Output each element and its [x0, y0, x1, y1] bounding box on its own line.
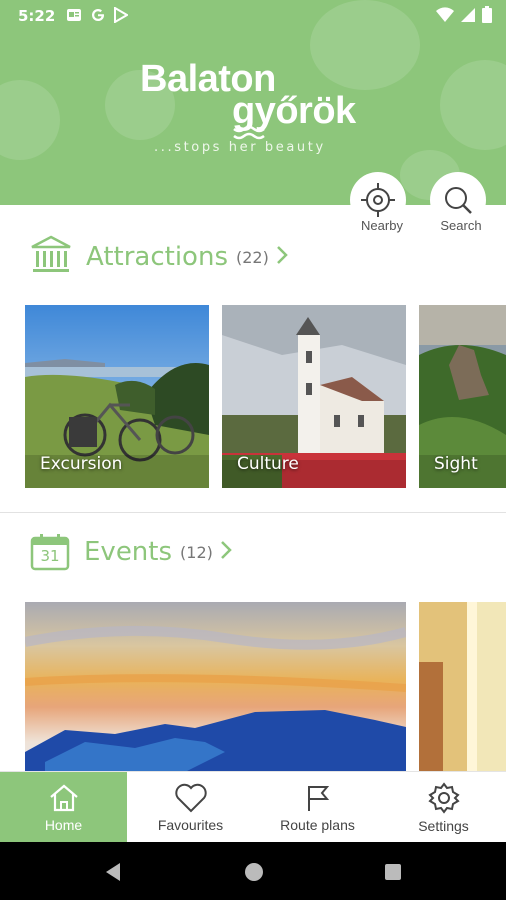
card-label: Sight	[434, 454, 478, 474]
attractions-title: Attractions	[86, 242, 228, 272]
google-icon	[90, 7, 106, 27]
decorative-flower	[440, 60, 506, 150]
nav-favourites-label: Favourites	[157, 816, 224, 833]
wifi-icon	[436, 6, 454, 27]
events-title: Events	[84, 537, 173, 567]
recents-icon[interactable]	[384, 863, 402, 881]
crosshair-icon	[361, 183, 395, 217]
search-icon	[445, 187, 472, 214]
home-circle-icon[interactable]	[244, 862, 264, 882]
attraction-card-culture[interactable]: Culture	[222, 305, 406, 488]
play-store-icon	[114, 6, 129, 27]
calendar-day: 31	[40, 547, 60, 565]
attractions-count: (22)	[235, 247, 269, 267]
attraction-card-sight[interactable]: Sight	[419, 305, 506, 488]
flag-icon	[307, 785, 329, 811]
battery-icon	[482, 6, 492, 27]
event-card[interactable]	[419, 602, 506, 771]
home-icon	[49, 784, 78, 811]
news-icon	[66, 7, 82, 27]
nav-route-plans-label: Route plans	[280, 816, 355, 833]
signal-icon	[460, 7, 476, 27]
card-label: Excursion	[40, 454, 123, 474]
attractions-header[interactable]: Attractions (22)	[30, 235, 289, 279]
decorative-flower	[0, 80, 60, 160]
event-card[interactable]	[25, 602, 406, 771]
status-bar: 5:22	[0, 0, 506, 32]
events-header[interactable]: 31 Events (12)	[30, 533, 233, 571]
system-navigation-bar	[0, 842, 506, 900]
chevron-right-icon	[219, 539, 233, 565]
nav-settings-label: Settings	[418, 817, 469, 834]
event-painting-image	[419, 602, 506, 771]
heart-icon	[174, 783, 207, 812]
logo-tagline: ...stops her beauty	[154, 140, 326, 155]
bottom-navigation: Home Favourites Route plans Settings	[0, 771, 506, 843]
water-waves-icon	[233, 126, 265, 140]
attraction-card-excursion[interactable]: Excursion	[25, 305, 209, 488]
nav-favourites[interactable]: Favourites	[127, 772, 254, 843]
event-painting-image	[25, 602, 406, 771]
nearby-label: Nearby	[361, 218, 403, 233]
app-header: 5:22 Balaton győrök ...stops her beauty	[0, 0, 506, 205]
museum-icon	[30, 235, 72, 279]
events-count: (12)	[180, 542, 213, 562]
nav-home-label: Home	[44, 816, 83, 833]
card-label: Culture	[237, 454, 299, 474]
back-icon[interactable]	[104, 862, 122, 882]
nav-home[interactable]: Home	[0, 772, 127, 843]
app-logo: Balaton győrök ...stops her beauty	[140, 58, 370, 158]
gear-icon	[427, 781, 460, 814]
status-time: 5:22	[18, 7, 56, 25]
nav-settings[interactable]: Settings	[381, 772, 506, 843]
main-content: Attractions (22) Excursion Culture Sight…	[0, 205, 506, 771]
calendar-icon: 31	[30, 533, 70, 571]
search-label: Search	[440, 218, 482, 233]
nav-route-plans[interactable]: Route plans	[254, 772, 381, 843]
section-divider	[0, 512, 506, 513]
chevron-right-icon	[275, 244, 289, 270]
